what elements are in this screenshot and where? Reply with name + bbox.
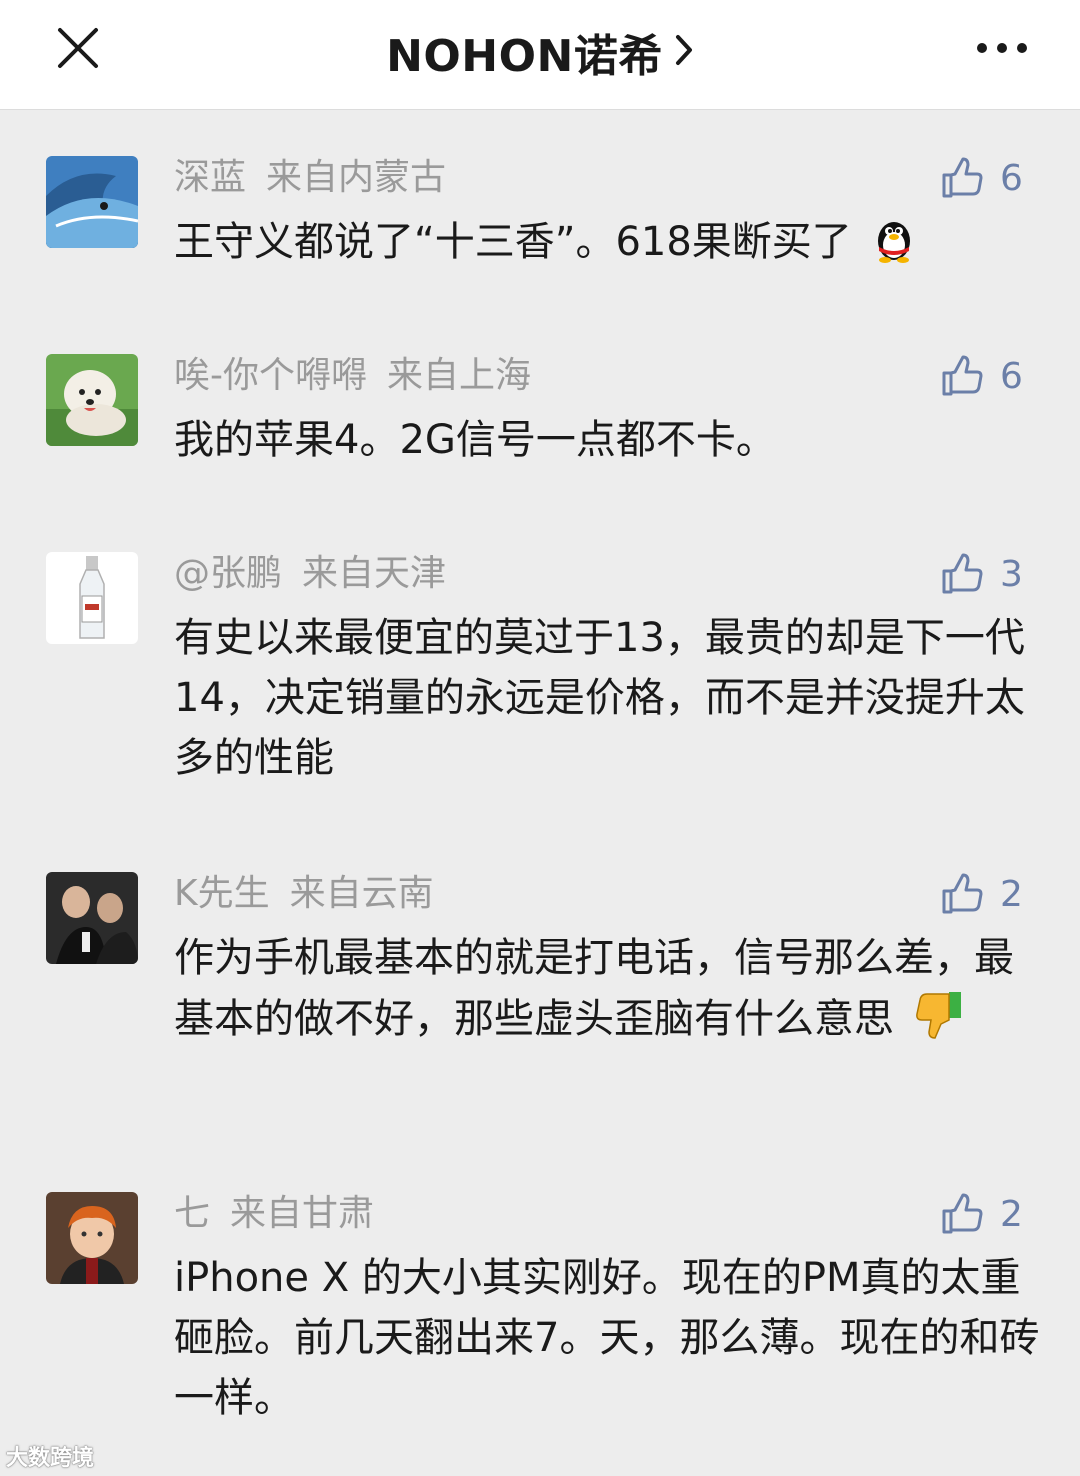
account-title-link[interactable]: NOHON诺希	[0, 20, 1080, 82]
comment-text: iPhone X 的大小其实刚好。现在的PM真的太重砸脸。前几天翻出来7。天，那…	[174, 1255, 1040, 1421]
comment-location: 来自天津	[302, 553, 447, 594]
like-button[interactable]: 2	[940, 1192, 1040, 1236]
comment-location: 来自上海	[387, 355, 532, 396]
like-button[interactable]: 6	[940, 354, 1040, 398]
comment-location: 来自内蒙古	[266, 157, 447, 198]
page-title: NOHON诺希	[386, 31, 663, 82]
comment-text: 有史以来最便宜的莫过于13，最贵的却是下一代14，决定销量的永远是价格，而不是并…	[174, 615, 1025, 781]
comment-author[interactable]: 七	[174, 1193, 210, 1234]
thumbs-up-icon	[942, 873, 983, 914]
like-button[interactable]: 2	[940, 872, 1040, 916]
avatar[interactable]	[46, 156, 138, 248]
comment-location: 来自云南	[289, 873, 434, 914]
like-count: 6	[1000, 157, 1023, 199]
thumbs-up-icon	[942, 355, 983, 396]
like-button[interactable]: 3	[940, 552, 1040, 596]
nav-header: NOHON诺希	[0, 0, 1080, 110]
thumbs-up-icon	[942, 1193, 983, 1234]
comment-author[interactable]: 唉-你个嘚嘚	[174, 355, 367, 396]
comment-text: 王守义都说了“十三香”。618果断买了	[174, 219, 852, 265]
thumbs-down-emoji	[915, 992, 961, 1039]
like-count: 3	[1000, 553, 1023, 595]
comment-author[interactable]: @张鹏	[174, 553, 282, 594]
comment-author[interactable]: 深蓝	[174, 157, 246, 198]
more-options-icon[interactable]	[972, 30, 1032, 66]
thumbs-up-icon	[942, 553, 983, 594]
avatar[interactable]	[46, 872, 138, 964]
comment-location: 来自甘肃	[230, 1193, 375, 1234]
comment-text: 作为手机最基本的就是打电话，信号那么差，最基本的做不好，那些虚头歪脑有什么意思	[174, 935, 1014, 1042]
comment-text: 我的苹果4。2G信号一点都不卡。	[174, 417, 776, 463]
avatar[interactable]	[46, 1192, 138, 1284]
like-count: 6	[1000, 355, 1023, 397]
chevron-right-icon	[674, 33, 694, 71]
thumbs-up-icon	[942, 157, 983, 198]
avatar[interactable]	[46, 552, 138, 644]
watermark: 大数跨境	[6, 1446, 95, 1471]
like-count: 2	[1000, 873, 1023, 915]
qq-penguin-emoji	[877, 222, 910, 263]
like-count: 2	[1000, 1193, 1023, 1235]
comment-author[interactable]: K先生	[174, 873, 270, 914]
avatar[interactable]	[46, 354, 138, 446]
like-button[interactable]: 6	[940, 156, 1040, 200]
